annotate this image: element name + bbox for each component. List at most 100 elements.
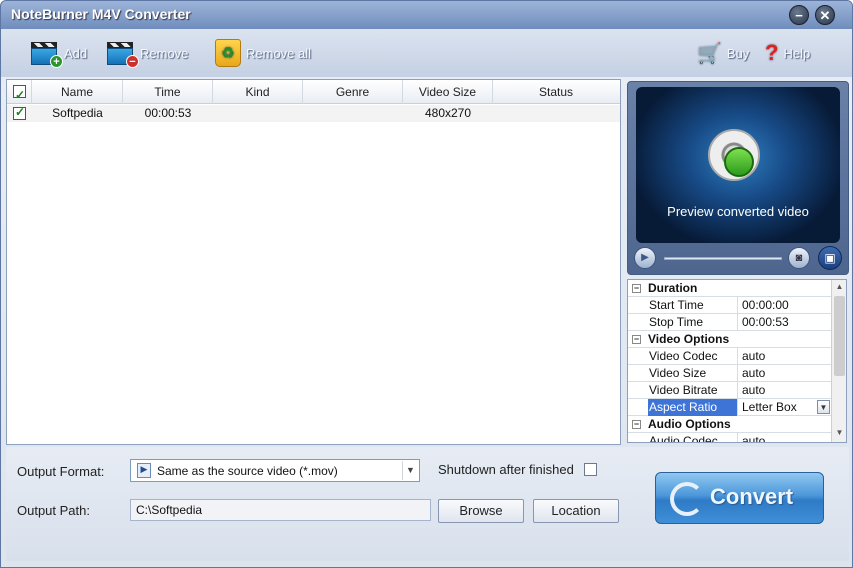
aspect-ratio-value: Letter Box xyxy=(742,400,797,414)
shutdown-label: Shutdown after finished xyxy=(438,462,574,477)
preview-screen: Preview converted video xyxy=(636,87,840,243)
open-folder-button[interactable]: ▣ xyxy=(818,246,842,270)
scroll-down-icon[interactable]: ▼ xyxy=(834,428,845,440)
remove-all-label: Remove all xyxy=(246,45,312,61)
cell-name: Softpedia xyxy=(52,106,103,120)
minimize-button[interactable]: − xyxy=(789,5,809,25)
title-bar: NoteBurner M4V Converter − ✕ xyxy=(1,1,852,29)
scroll-thumb[interactable] xyxy=(834,296,845,376)
column-header-genre[interactable]: Genre xyxy=(303,80,403,104)
output-format-value: Same as the source video (*.mov) xyxy=(157,464,338,478)
column-header-name[interactable]: Name xyxy=(32,80,123,104)
help-button[interactable]: ? Help xyxy=(765,35,810,71)
properties-grid: − Duration Start Time 00:00:00 Stop Time… xyxy=(627,279,847,443)
start-time-label: Start Time xyxy=(648,297,738,314)
output-path-field[interactable]: C:\Softpedia xyxy=(130,499,431,521)
section-audio-label: Audio Options xyxy=(648,417,731,431)
output-settings: Output Format: ▶ Same as the source vide… xyxy=(6,447,849,561)
play-button[interactable]: ▶ xyxy=(634,247,656,269)
preview-panel: Preview converted video ▶ ◙ ▣ xyxy=(627,81,849,275)
property-row-video-codec[interactable]: Video Codec auto xyxy=(628,348,831,365)
stop-time-label: Stop Time xyxy=(648,314,738,331)
select-all-cell xyxy=(7,80,32,107)
property-row-start-time[interactable]: Start Time 00:00:00 xyxy=(628,297,831,314)
cell-time: 00:00:53 xyxy=(144,106,192,120)
cell-video-size: 480x270 xyxy=(424,106,472,120)
shopping-cart-icon: 🛒 xyxy=(697,42,722,65)
convert-label: Convert xyxy=(710,484,794,509)
question-mark-icon: ? xyxy=(765,40,779,65)
collapse-icon[interactable]: − xyxy=(632,284,641,293)
section-duration[interactable]: − Duration xyxy=(628,280,831,297)
video-size-label: Video Size xyxy=(648,365,738,382)
audio-codec-value[interactable]: auto xyxy=(740,433,831,442)
help-label: Help xyxy=(783,45,811,61)
snapshot-button[interactable]: ◙ xyxy=(788,247,810,269)
property-row-aspect-ratio[interactable]: Aspect Ratio Letter Box ▼ xyxy=(628,399,831,416)
video-codec-value[interactable]: auto xyxy=(740,348,831,365)
output-path-label: Output Path: xyxy=(17,503,90,518)
video-bitrate-value[interactable]: auto xyxy=(740,382,831,399)
convert-icon xyxy=(670,482,704,516)
convert-button[interactable]: Convert xyxy=(655,472,824,524)
aspect-ratio-dropdown[interactable]: Letter Box ▼ xyxy=(740,399,831,416)
location-button[interactable]: Location xyxy=(533,499,619,523)
buy-label: Buy xyxy=(726,45,750,61)
property-row-video-size[interactable]: Video Size auto xyxy=(628,365,831,382)
video-bitrate-label: Video Bitrate xyxy=(648,382,738,399)
toolbar: + Add − Remove ♻ Remove all 🛒 Buy ? Help xyxy=(1,29,852,77)
property-row-video-bitrate[interactable]: Video Bitrate auto xyxy=(628,382,831,399)
file-list-header: Name Time Kind Genre Video Size Status xyxy=(7,80,620,107)
table-row[interactable]: Softpedia 00:00:53 480x270 xyxy=(7,105,620,122)
section-duration-label: Duration xyxy=(648,281,698,295)
remove-button[interactable]: − Remove xyxy=(107,35,188,71)
video-file-icon: ▶ xyxy=(137,463,151,478)
cell-status xyxy=(493,105,619,122)
video-size-value[interactable]: auto xyxy=(740,365,831,382)
remove-all-button[interactable]: ♻ Remove all xyxy=(215,35,311,71)
scroll-up-icon[interactable]: ▲ xyxy=(834,282,845,294)
remove-video-icon: − xyxy=(107,41,139,68)
collapse-icon[interactable]: − xyxy=(632,420,641,429)
cell-genre xyxy=(303,105,403,122)
property-row-audio-codec[interactable]: Audio Codec auto xyxy=(628,433,831,442)
column-header-video-size[interactable]: Video Size xyxy=(403,80,493,104)
buy-button[interactable]: 🛒 Buy xyxy=(697,35,749,71)
remove-label: Remove xyxy=(140,45,189,61)
file-list: Name Time Kind Genre Video Size Status S… xyxy=(6,79,621,445)
recycle-bin-icon: ♻ xyxy=(215,39,241,67)
section-video-label: Video Options xyxy=(648,332,730,346)
column-header-kind[interactable]: Kind xyxy=(213,80,303,104)
cell-kind xyxy=(213,105,303,122)
output-format-select[interactable]: ▶ Same as the source video (*.mov) ▼ xyxy=(130,459,420,482)
aspect-ratio-label: Aspect Ratio xyxy=(648,399,738,416)
window-title: NoteBurner M4V Converter xyxy=(11,6,191,22)
close-button[interactable]: ✕ xyxy=(815,5,835,25)
app-window: NoteBurner M4V Converter − ✕ + Add − Rem… xyxy=(0,0,853,568)
seek-slider[interactable] xyxy=(664,257,782,260)
section-video-options[interactable]: − Video Options xyxy=(628,331,831,348)
column-header-status[interactable]: Status xyxy=(493,80,619,104)
column-header-time[interactable]: Time xyxy=(123,80,213,104)
shutdown-checkbox[interactable] xyxy=(584,463,597,476)
collapse-icon[interactable]: − xyxy=(632,335,641,344)
chevron-down-icon[interactable]: ▼ xyxy=(402,461,418,480)
start-time-value[interactable]: 00:00:00 xyxy=(740,297,831,314)
browse-button[interactable]: Browse xyxy=(438,499,524,523)
output-format-label: Output Format: xyxy=(17,464,105,479)
audio-codec-label: Audio Codec xyxy=(648,433,738,442)
convert-arrow-icon xyxy=(724,147,754,177)
section-audio-options[interactable]: − Audio Options xyxy=(628,416,831,433)
select-all-checkbox[interactable] xyxy=(13,83,26,107)
add-label: Add xyxy=(64,45,88,61)
row-checkbox[interactable] xyxy=(13,105,26,120)
property-row-stop-time[interactable]: Stop Time 00:00:53 xyxy=(628,314,831,331)
video-codec-label: Video Codec xyxy=(648,348,738,365)
properties-scrollbar[interactable]: ▲ ▼ xyxy=(831,280,846,442)
stop-time-value[interactable]: 00:00:53 xyxy=(740,314,831,331)
add-video-icon: + xyxy=(31,41,63,68)
preview-caption: Preview converted video xyxy=(667,204,809,219)
add-button[interactable]: + Add xyxy=(31,35,87,71)
player-controls: ▶ ◙ ▣ xyxy=(632,246,844,272)
chevron-down-icon[interactable]: ▼ xyxy=(817,400,830,414)
